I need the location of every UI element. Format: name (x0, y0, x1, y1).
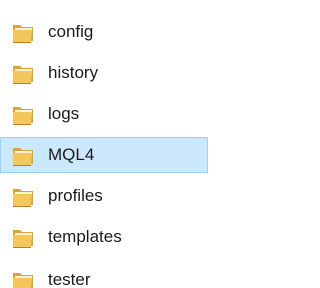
folder-icon (10, 186, 36, 208)
folder-item-logs[interactable]: logs (0, 96, 208, 132)
folder-item-mql4[interactable]: MQL4 (0, 137, 208, 173)
folder-label: config (48, 22, 94, 41)
folder-icon (10, 22, 36, 44)
folder-label: profiles (48, 186, 103, 205)
folder-icon (10, 227, 36, 249)
folder-label: templates (48, 227, 122, 246)
folder-label: MQL4 (48, 145, 95, 164)
folder-item-tester[interactable]: tester (0, 262, 208, 288)
folder-icon (10, 145, 36, 167)
folder-item-templates[interactable]: templates (0, 219, 208, 255)
folder-item-history[interactable]: history (0, 55, 208, 91)
folder-icon (10, 63, 36, 85)
folder-list: config history logs MQL4 profiles templa… (0, 0, 241, 288)
folder-icon (10, 270, 36, 288)
folder-label: history (48, 63, 99, 82)
folder-item-config[interactable]: config (0, 14, 208, 50)
folder-label: logs (48, 104, 80, 123)
folder-icon (10, 104, 36, 126)
folder-label: tester (48, 270, 91, 288)
folder-item-profiles[interactable]: profiles (0, 178, 208, 214)
